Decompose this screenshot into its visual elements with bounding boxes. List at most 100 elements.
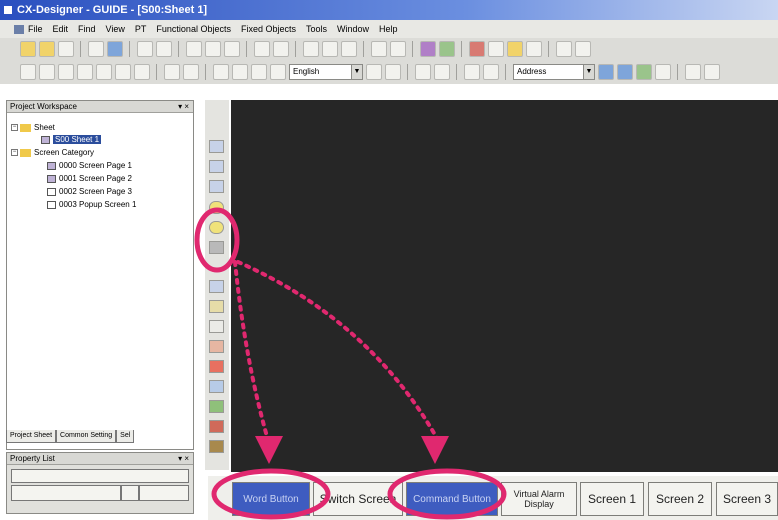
fixed-object-icon[interactable] bbox=[209, 180, 224, 193]
color-icon[interactable] bbox=[385, 64, 401, 80]
menu-pt[interactable]: PT bbox=[135, 24, 147, 34]
save-icon[interactable] bbox=[107, 41, 123, 57]
zoom-icon[interactable] bbox=[575, 41, 591, 57]
save-all-icon[interactable] bbox=[58, 41, 74, 57]
fill-icon[interactable] bbox=[483, 64, 499, 80]
tab-project-sheet[interactable]: Project Sheet bbox=[6, 430, 57, 443]
property-value-cell[interactable] bbox=[139, 485, 189, 501]
frame-icon[interactable] bbox=[434, 64, 450, 80]
redo-icon[interactable] bbox=[273, 41, 289, 57]
print-preview-icon[interactable] bbox=[156, 41, 172, 57]
line-icon[interactable] bbox=[58, 64, 74, 80]
property-name-cell[interactable] bbox=[11, 485, 121, 501]
tree-folder-screen-category[interactable]: − Screen Category bbox=[11, 148, 94, 158]
address-combo[interactable]: Address ▼ bbox=[513, 64, 595, 80]
word-button[interactable]: Word Button bbox=[232, 482, 310, 516]
data-log-icon[interactable] bbox=[209, 420, 224, 433]
distribute-icon[interactable] bbox=[270, 64, 286, 80]
tab-common-setting[interactable]: Common Setting bbox=[56, 430, 117, 443]
rectangle-icon[interactable] bbox=[20, 64, 36, 80]
language-combo[interactable]: English ▼ bbox=[289, 64, 363, 80]
collapse-icon[interactable]: − bbox=[11, 124, 18, 132]
close-icon[interactable]: ▾ × bbox=[178, 453, 189, 465]
display-icon[interactable] bbox=[655, 64, 671, 80]
grid-icon[interactable] bbox=[556, 41, 572, 57]
document-menu-icon[interactable] bbox=[14, 24, 24, 34]
tree-item-page[interactable]: 0002 Screen Page 3 bbox=[47, 187, 132, 197]
tree-item-page[interactable]: 0003 Popup Screen 1 bbox=[47, 200, 136, 210]
tree-item-page[interactable]: 0001 Screen Page 2 bbox=[47, 174, 132, 184]
paste-icon[interactable] bbox=[224, 41, 240, 57]
alarm-icon[interactable] bbox=[209, 400, 224, 413]
transfer-icon[interactable] bbox=[469, 41, 485, 57]
collapse-icon[interactable]: − bbox=[11, 149, 18, 157]
menu-tools[interactable]: Tools bbox=[306, 24, 327, 34]
fixed-object-icon[interactable] bbox=[209, 140, 224, 153]
validate-icon[interactable] bbox=[439, 41, 455, 57]
ungroup-icon[interactable] bbox=[341, 41, 357, 57]
lamp-icon[interactable] bbox=[209, 201, 224, 214]
cut-icon[interactable] bbox=[186, 41, 202, 57]
arc-icon[interactable] bbox=[115, 64, 131, 80]
print-icon[interactable] bbox=[137, 41, 153, 57]
layout-icon[interactable] bbox=[526, 41, 542, 57]
menu-fixed-objects[interactable]: Fixed Objects bbox=[241, 24, 296, 34]
tree-item-sheet-1[interactable]: S00 Sheet 1 bbox=[41, 135, 102, 145]
circle-icon[interactable] bbox=[39, 64, 55, 80]
bit-button-icon[interactable] bbox=[209, 221, 224, 234]
align-icon[interactable] bbox=[303, 41, 319, 57]
text-icon[interactable] bbox=[96, 64, 112, 80]
screen-canvas[interactable] bbox=[231, 100, 778, 472]
undo-icon[interactable] bbox=[254, 41, 270, 57]
property-value-cell[interactable] bbox=[121, 485, 139, 501]
word-button-icon[interactable] bbox=[209, 241, 224, 254]
fixed-object-icon[interactable] bbox=[209, 160, 224, 173]
send-back-icon[interactable] bbox=[183, 64, 199, 80]
screen-3-button[interactable]: Screen 3 bbox=[716, 482, 778, 516]
tree-folder-sheet[interactable]: − Sheet bbox=[11, 123, 55, 133]
font-icon[interactable] bbox=[366, 64, 382, 80]
list-selector-icon[interactable] bbox=[209, 320, 224, 333]
menu-edit[interactable]: Edit bbox=[53, 24, 69, 34]
string-display-icon[interactable] bbox=[209, 300, 224, 313]
settings-icon[interactable] bbox=[507, 41, 523, 57]
cascade-icon[interactable] bbox=[704, 64, 720, 80]
screen-2-button[interactable]: Screen 2 bbox=[648, 482, 712, 516]
video-display-icon[interactable] bbox=[209, 440, 224, 453]
bring-front-icon[interactable] bbox=[164, 64, 180, 80]
tile-icon[interactable] bbox=[685, 64, 701, 80]
menu-functional-objects[interactable]: Functional Objects bbox=[156, 24, 231, 34]
screen-1-button[interactable]: Screen 1 bbox=[580, 482, 644, 516]
new-project-icon[interactable] bbox=[20, 41, 36, 57]
sector-icon[interactable] bbox=[134, 64, 150, 80]
analogue-meter-icon[interactable] bbox=[209, 380, 224, 393]
menu-file[interactable]: File bbox=[28, 24, 43, 34]
find-icon[interactable] bbox=[371, 41, 387, 57]
polyline-icon[interactable] bbox=[77, 64, 93, 80]
chevron-down-icon[interactable]: ▼ bbox=[583, 65, 594, 79]
menu-help[interactable]: Help bbox=[379, 24, 398, 34]
tree-item-page[interactable]: 0000 Screen Page 1 bbox=[47, 161, 132, 171]
level-meter-icon[interactable] bbox=[209, 340, 224, 353]
table-icon[interactable] bbox=[415, 64, 431, 80]
group-icon[interactable] bbox=[322, 41, 338, 57]
menu-window[interactable]: Window bbox=[337, 24, 369, 34]
close-icon[interactable]: ▾ × bbox=[178, 101, 189, 113]
switch-screen-button[interactable]: Switch Screen bbox=[313, 482, 403, 516]
command-button[interactable]: Command Button bbox=[406, 482, 498, 516]
pattern-icon[interactable] bbox=[464, 64, 480, 80]
open-folder-icon[interactable] bbox=[39, 41, 55, 57]
replace-icon[interactable] bbox=[390, 41, 406, 57]
copy-icon[interactable] bbox=[205, 41, 221, 57]
property-row[interactable] bbox=[11, 469, 189, 483]
test-icon[interactable] bbox=[420, 41, 436, 57]
window-icon[interactable] bbox=[617, 64, 633, 80]
broken-line-graph-icon[interactable] bbox=[209, 360, 224, 373]
align-right-icon[interactable] bbox=[251, 64, 267, 80]
new-screen-icon[interactable] bbox=[88, 41, 104, 57]
align-left-icon[interactable] bbox=[213, 64, 229, 80]
address-list-icon[interactable] bbox=[598, 64, 614, 80]
snap-icon[interactable] bbox=[636, 64, 652, 80]
menu-view[interactable]: View bbox=[106, 24, 125, 34]
tab-sel[interactable]: Sel bbox=[116, 430, 135, 443]
